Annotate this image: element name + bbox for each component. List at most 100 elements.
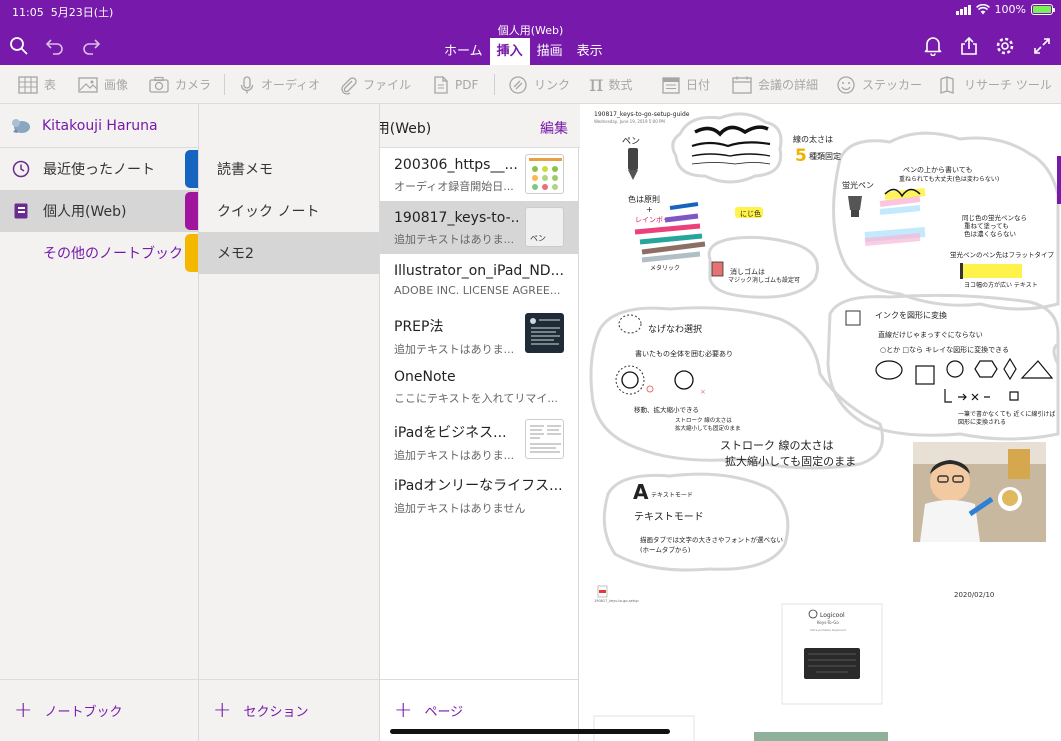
photo bbox=[913, 442, 1046, 542]
note-highlighter-ok: 重ねられても大丈夫(色は変わらない) bbox=[899, 175, 999, 183]
add-notebook-button[interactable]: + ノートブック bbox=[0, 679, 198, 741]
camera-icon bbox=[149, 76, 169, 93]
page-header-date: Wednesday, June 19, 2019 5:00 PM bbox=[594, 119, 665, 124]
page-item[interactable]: iPadをビジネス... 追加テキストはありま... bbox=[380, 413, 578, 466]
highlight-stroke bbox=[879, 205, 921, 215]
calendar-icon bbox=[662, 76, 680, 94]
note-rainbow-label: にじ色 bbox=[740, 209, 761, 218]
battery-percent: 100% bbox=[994, 3, 1026, 16]
tab-draw[interactable]: 描画 bbox=[530, 38, 570, 65]
section-memo2[interactable]: メモ2 bbox=[199, 232, 379, 274]
notebook-color-tag bbox=[185, 234, 198, 272]
edit-button[interactable]: 編集 bbox=[540, 118, 568, 138]
page-canvas[interactable]: 190817_keys-to-go-setup-guide Wednesday,… bbox=[580, 104, 1061, 741]
note-pen: ペン bbox=[622, 137, 640, 147]
meeting-icon bbox=[732, 76, 752, 94]
page-thumbnail bbox=[525, 419, 564, 459]
ink-circle bbox=[621, 371, 639, 389]
notebook-color-tag bbox=[185, 192, 198, 230]
page-item[interactable]: OneNote ここにテキストを入れてリマイ... bbox=[380, 360, 578, 413]
note-not-darker: 色は濃くならない bbox=[964, 229, 1016, 238]
note-date: 2020/02/10 bbox=[954, 591, 994, 599]
sections-pane: 読書メモ クイック ノート メモ2 + セクション bbox=[199, 104, 380, 741]
note-highlighter-over: ペンの上から書いても bbox=[903, 165, 972, 174]
insert-link-button[interactable]: リンク bbox=[507, 65, 570, 104]
section-reading-notes[interactable]: 読書メモ bbox=[199, 148, 379, 190]
notebook-color-tag bbox=[185, 150, 198, 188]
note-shape-convert: 図形に変換される bbox=[958, 418, 1006, 426]
plus-icon: + bbox=[14, 697, 33, 723]
home-indicator[interactable] bbox=[390, 729, 670, 734]
insert-date-button[interactable]: 日付 bbox=[661, 65, 710, 104]
note-flat-tip: 蛍光ペンのペン先はフラットタイプ bbox=[950, 250, 1055, 259]
note-shape-stroke: 一筆で書かなくても 近くに線引けば bbox=[958, 410, 1055, 418]
document-title: 個人用(Web) bbox=[497, 24, 564, 37]
page-thumbnail bbox=[525, 313, 564, 353]
link-icon bbox=[509, 75, 527, 94]
note-plus: + bbox=[646, 205, 653, 214]
section-quick-notes[interactable]: クイック ノート bbox=[199, 190, 379, 232]
page-item[interactable]: 200306_https__... オーディオ録音開始日... bbox=[380, 148, 578, 201]
tab-insert[interactable]: 挿入 bbox=[489, 38, 530, 65]
status-bar: 11:05 5月23日(土) 100% bbox=[0, 0, 1061, 20]
insert-file-button[interactable]: ファイル bbox=[338, 65, 411, 104]
research-tools-button[interactable]: リサーチ ツール bbox=[937, 65, 1052, 104]
insert-equation-button[interactable]: π 数式 bbox=[589, 65, 632, 104]
research-icon bbox=[940, 75, 954, 94]
ribbon-tabs: ホーム 挿入 描画 表示 bbox=[437, 38, 610, 65]
insert-meeting-details-button[interactable]: 会議の詳細 bbox=[731, 65, 818, 104]
account-name: Kitakouji Haruna bbox=[42, 117, 158, 134]
insert-sticker-button[interactable]: ステッカー bbox=[835, 65, 922, 104]
notebook-recent-notes[interactable]: 最近使ったノート bbox=[0, 148, 198, 190]
shape-examples bbox=[875, 357, 1054, 403]
insert-pdf-button[interactable]: PDF bbox=[432, 65, 478, 104]
tab-home[interactable]: ホーム bbox=[437, 38, 490, 65]
highlight-stroke bbox=[864, 233, 921, 246]
note-highlighter: 蛍光ペン bbox=[842, 180, 874, 190]
bell-icon[interactable] bbox=[921, 34, 945, 58]
battery-icon bbox=[1031, 4, 1055, 15]
page-header-title: 190817_keys-to-go-setup-guide bbox=[594, 111, 690, 118]
ink-stroke bbox=[691, 153, 771, 157]
notebook-icon bbox=[14, 203, 28, 219]
notebook-personal-web[interactable]: 個人用(Web) bbox=[0, 190, 198, 232]
insert-image-button[interactable]: 画像 bbox=[77, 65, 128, 104]
cellular-signal-icon bbox=[955, 4, 971, 15]
settings-icon[interactable] bbox=[993, 34, 1017, 58]
insert-audio-button[interactable]: オーディオ bbox=[238, 65, 320, 104]
attachment-icon[interactable] bbox=[597, 585, 608, 598]
page-thumbnail bbox=[525, 154, 564, 194]
microphone-icon bbox=[240, 75, 254, 93]
tab-view[interactable]: 表示 bbox=[570, 38, 610, 65]
image-icon bbox=[78, 76, 98, 93]
other-notebooks-link[interactable]: その他のノートブック bbox=[0, 232, 198, 274]
note-same-color: 同じ色の蛍光ペンなら bbox=[962, 213, 1027, 222]
attachment-name: 190817_keys-to-go-setup bbox=[594, 599, 639, 603]
note-shape-line: 直線だけじゃまっすぐにならない bbox=[878, 330, 983, 339]
page-item[interactable]: PREP法 追加テキストはありま... bbox=[380, 307, 578, 360]
insert-camera-button[interactable]: カメラ bbox=[148, 65, 211, 104]
ribbon-divider bbox=[224, 74, 225, 95]
ink-dot bbox=[646, 385, 654, 393]
page-item-selected[interactable]: 190817_keys-to-... 追加テキストはありま... ペン bbox=[380, 201, 578, 254]
account-header[interactable]: Kitakouji Haruna bbox=[0, 104, 198, 148]
ink-x: × bbox=[700, 388, 706, 396]
page-item[interactable]: iPadオンリーなライフス... 追加テキストはありません bbox=[380, 466, 578, 519]
note-width: ヨコ幅の方が広い テキスト bbox=[964, 281, 1038, 289]
share-icon[interactable] bbox=[957, 34, 981, 58]
text-mode-icon: A bbox=[633, 480, 649, 504]
highlight-cursor bbox=[960, 263, 963, 279]
scroll-marker bbox=[1057, 156, 1061, 204]
insert-table-button[interactable]: 表 bbox=[17, 65, 56, 104]
expand-icon[interactable] bbox=[1030, 34, 1054, 58]
note-lasso: なげなわ選択 bbox=[648, 323, 702, 335]
add-section-button[interactable]: + セクション bbox=[199, 679, 379, 741]
redo-icon[interactable] bbox=[79, 34, 103, 58]
note-rainbow: レインボー bbox=[635, 216, 670, 224]
undo-icon[interactable] bbox=[43, 34, 67, 58]
notebooks-pane: Kitakouji Haruna 最近使ったノート 個人用(Web) その他のノ… bbox=[0, 104, 199, 741]
note-colors: 色は原則 bbox=[628, 194, 660, 204]
page-item[interactable]: Illustrator_on_iPad_ND... ADOBE INC. LIC… bbox=[380, 254, 578, 307]
note-text-mode-small: テキストモード bbox=[651, 492, 693, 499]
search-icon[interactable] bbox=[7, 34, 31, 58]
